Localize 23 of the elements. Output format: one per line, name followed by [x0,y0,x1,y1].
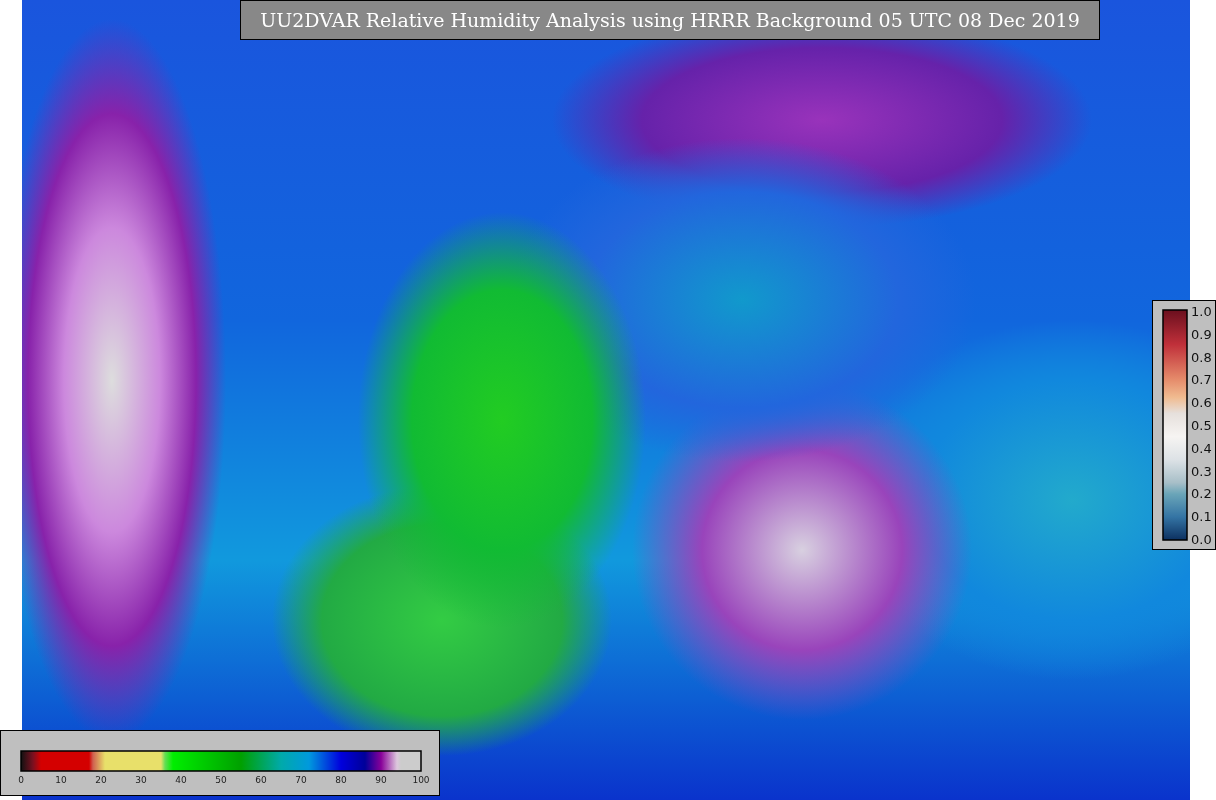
tick-label: 10 [55,776,67,785]
tick-label: 90 [375,776,387,785]
tick-label: 80 [335,776,347,785]
tick-label: 0.1 [1191,509,1212,523]
tick-label: 100 [412,776,430,785]
tick-label: 20 [95,776,107,785]
tick-label: 60 [255,776,267,785]
tick-label: 1.0 [1191,304,1212,318]
tick-label: 70 [295,776,307,785]
tick-label: 0 [18,776,24,785]
map-title: UU2DVAR Relative Humidity Analysis using HRRR Background 05 UTC 08 Dec 2019 [240,0,1100,40]
tick-label: 0.8 [1191,350,1212,364]
tick-label: 50 [215,776,227,785]
tick-label: 0.4 [1191,441,1212,455]
tick-label: 0.3 [1191,464,1212,478]
tick-label: 30 [135,776,147,785]
tick-label: 0.6 [1191,395,1212,409]
tick-label: 0.2 [1191,486,1212,500]
tick-label: 0.9 [1191,327,1212,341]
tick-label: 0.0 [1191,532,1212,546]
tick-label: 0.5 [1191,418,1212,432]
tick-label: 40 [175,776,187,785]
tick-label: 0.7 [1191,372,1212,386]
